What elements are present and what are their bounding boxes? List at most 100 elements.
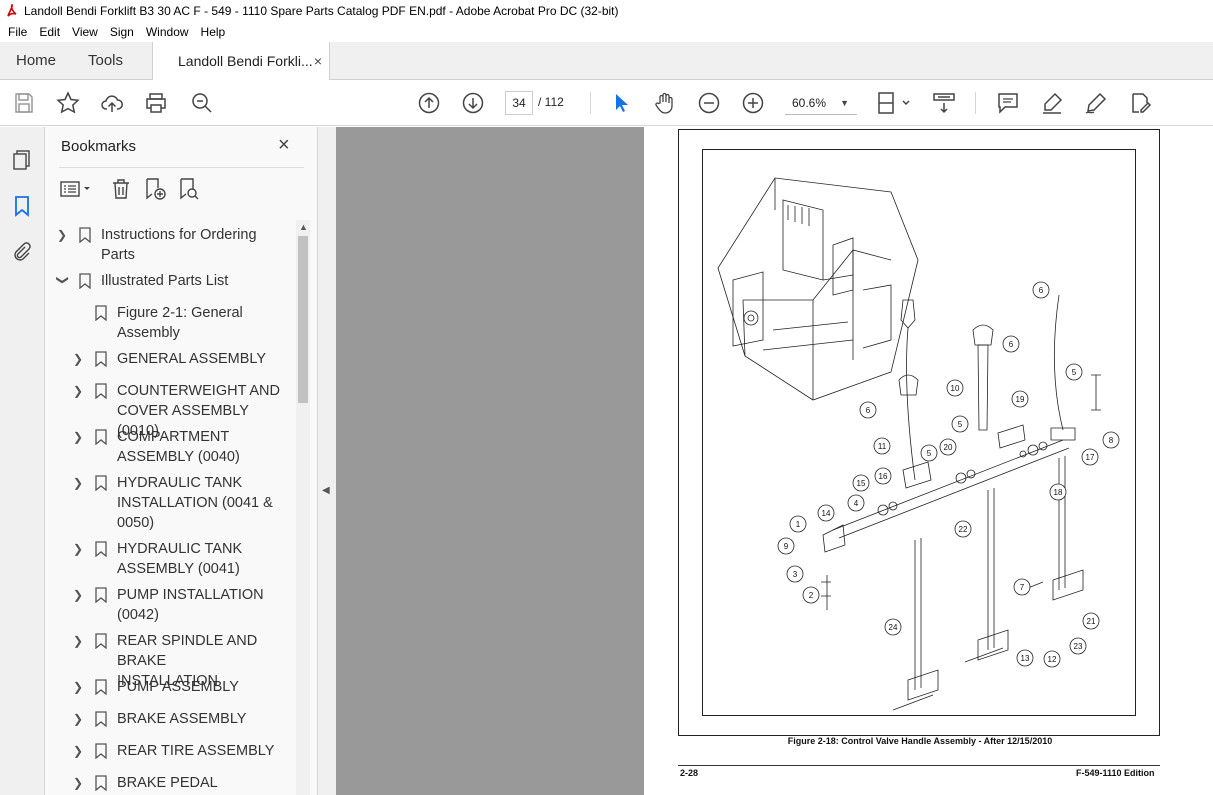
scroll-mode-icon[interactable] xyxy=(932,91,956,115)
chevron-right-icon[interactable]: ❯ xyxy=(73,677,85,697)
callout-9: 9 xyxy=(777,537,795,555)
edit-tools-icon[interactable] xyxy=(1128,91,1152,115)
bookmark-label: Illustrated Parts List xyxy=(101,273,229,289)
menu-sign[interactable]: Sign xyxy=(104,25,140,39)
chevron-down-icon[interactable]: ❯ xyxy=(53,275,73,287)
menu-view[interactable]: View xyxy=(66,25,104,39)
select-cursor-icon[interactable] xyxy=(609,91,633,115)
chevron-right-icon[interactable]: ❯ xyxy=(73,427,85,447)
collapse-panel-icon[interactable]: ◀ xyxy=(322,485,330,496)
svg-text:14: 14 xyxy=(822,509,831,518)
chevron-right-icon[interactable]: ❯ xyxy=(73,709,85,729)
bookmark-label: GENERAL ASSEMBLY xyxy=(117,351,267,367)
callout-21: 21 xyxy=(1082,612,1100,630)
zoom-search-icon[interactable] xyxy=(190,91,214,115)
chevron-right-icon[interactable]: ❯ xyxy=(73,585,85,605)
document-viewer[interactable]: 6 6 5 10 6 19 5 8 11 20 17 5 15 16 18 4 14 22 1 9 3 2 7 24 21 13 1… xyxy=(336,127,1213,795)
bookmark-flag-icon xyxy=(95,679,107,695)
new-bookmark-icon[interactable] xyxy=(143,177,167,201)
chevron-down-icon: ▼ xyxy=(840,98,849,108)
svg-text:8: 8 xyxy=(1109,436,1114,445)
close-panel-button[interactable]: × xyxy=(278,134,290,157)
bookmark-flag-icon xyxy=(95,541,107,557)
callout-8: 8 xyxy=(1102,431,1120,449)
star-icon[interactable] xyxy=(56,91,80,115)
comment-icon[interactable] xyxy=(996,91,1020,115)
svg-text:2: 2 xyxy=(809,591,814,600)
callout-15: 15 xyxy=(852,474,870,492)
chevron-right-icon[interactable]: ❯ xyxy=(73,631,85,651)
zoom-level-select[interactable]: 60.6% ▼ xyxy=(785,91,857,115)
page-fit-icon[interactable] xyxy=(876,91,912,115)
bookmark-flag-icon xyxy=(95,475,107,491)
sign-icon[interactable] xyxy=(1084,91,1108,115)
svg-text:15: 15 xyxy=(857,479,866,488)
find-bookmark-icon[interactable] xyxy=(177,177,201,201)
callout-14: 14 xyxy=(817,504,835,522)
chevron-right-icon[interactable]: ❯ xyxy=(73,349,85,369)
exploded-parts-diagram: 665106195811 201751516184142219327242113 1… xyxy=(717,177,1120,711)
pdf-page: 6 6 5 10 6 19 5 8 11 20 17 5 15 16 18 4 14 22 1 9 3 2 7 24 21 13 1… xyxy=(644,127,1213,795)
page-total: / 112 xyxy=(538,95,564,109)
svg-text:4: 4 xyxy=(854,499,859,508)
callout-13: 13 xyxy=(1016,649,1034,667)
attachments-icon[interactable] xyxy=(10,240,34,264)
callout-19: 19 xyxy=(1011,390,1029,408)
callout-11: 11 xyxy=(873,437,891,455)
menu-help[interactable]: Help xyxy=(195,25,232,39)
chevron-right-icon[interactable]: ❯ xyxy=(73,539,85,559)
print-icon[interactable] xyxy=(144,91,168,115)
callout-4: 4 xyxy=(847,494,865,512)
chevron-right-icon[interactable]: ❯ xyxy=(57,225,69,245)
bookmark-flag-icon xyxy=(95,383,107,399)
page-number-input[interactable]: 34 xyxy=(505,91,533,115)
bookmark-label: HYDRAULIC TANK INSTALLATION (0041 & 0050… xyxy=(117,475,273,531)
hand-tool-icon[interactable] xyxy=(653,91,677,115)
zoom-out-icon[interactable] xyxy=(697,91,721,115)
cloud-upload-icon[interactable] xyxy=(100,91,124,115)
panel-title: Bookmarks xyxy=(61,138,137,155)
svg-text:7: 7 xyxy=(1020,583,1025,592)
callout-6: 6 xyxy=(1002,335,1020,353)
bookmarks-scrollbar[interactable]: ▲ xyxy=(296,220,310,795)
bookmark-flag-icon xyxy=(95,305,107,321)
menu-window[interactable]: Window xyxy=(140,25,195,39)
svg-text:9: 9 xyxy=(784,542,789,551)
panel-collapse-gutter: ◀ xyxy=(318,127,336,795)
toolbar-divider xyxy=(975,92,976,114)
menu-file[interactable]: File xyxy=(2,25,33,39)
delete-bookmark-icon[interactable] xyxy=(109,177,133,201)
svg-text:24: 24 xyxy=(889,623,898,632)
svg-text:5: 5 xyxy=(958,420,963,429)
acrobat-logo-icon xyxy=(6,4,18,18)
options-menu-icon[interactable] xyxy=(59,177,95,201)
tab-home[interactable]: Home xyxy=(16,42,56,80)
svg-text:21: 21 xyxy=(1087,617,1096,626)
bookmark-label: Figure 2-1: General Assembly xyxy=(117,305,243,341)
zoom-in-icon[interactable] xyxy=(741,91,765,115)
chevron-right-icon[interactable]: ❯ xyxy=(73,473,85,493)
svg-text:10: 10 xyxy=(951,384,960,393)
tab-tools[interactable]: Tools xyxy=(88,42,123,80)
chevron-right-icon[interactable]: ❯ xyxy=(73,741,85,761)
callout-12: 12 xyxy=(1043,650,1061,668)
page-thumbnails-icon[interactable] xyxy=(10,148,34,172)
menu-edit[interactable]: Edit xyxy=(33,25,66,39)
tab-document-label: Landoll Bendi Forkli... xyxy=(178,53,313,69)
save-icon[interactable] xyxy=(12,91,36,115)
tab-document[interactable]: Landoll Bendi Forkli... × xyxy=(152,42,330,81)
tab-close-button[interactable]: × xyxy=(314,42,322,80)
bookmark-label: REAR TIRE ASSEMBLY xyxy=(117,743,275,759)
tab-bar: Home Tools Landoll Bendi Forkli... × xyxy=(0,42,1213,81)
bookmarks-icon[interactable] xyxy=(10,194,34,218)
svg-text:5: 5 xyxy=(927,449,932,458)
scroll-up-icon[interactable]: ▲ xyxy=(299,222,308,232)
chevron-right-icon[interactable]: ❯ xyxy=(73,381,85,401)
highlight-pen-icon[interactable] xyxy=(1040,91,1064,115)
scrollbar-thumb[interactable] xyxy=(298,236,308,403)
page-up-icon[interactable] xyxy=(417,91,441,115)
toolbar: 34 / 112 60.6% ▼ xyxy=(0,80,1213,126)
chevron-right-icon[interactable]: ❯ xyxy=(73,773,85,793)
page-down-icon[interactable] xyxy=(461,91,485,115)
page-number-footer: 2-28 xyxy=(680,768,699,778)
